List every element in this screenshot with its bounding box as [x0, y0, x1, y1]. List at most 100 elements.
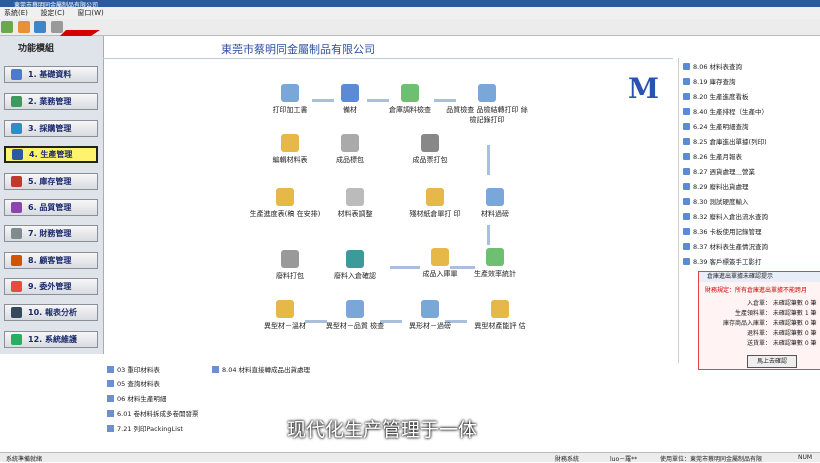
node-scrap-warehouse[interactable]: 廢料入倉確認 — [315, 250, 395, 281]
sidebar-item-system[interactable]: 12. 系統維護 — [4, 331, 98, 348]
node-warehouse-check[interactable]: 倉庫調料檢查 — [370, 84, 450, 115]
list-item[interactable]: 8.37 材料表生產情況查詢 — [683, 241, 768, 251]
node-efficiency[interactable]: 生產效率統計 — [455, 248, 535, 279]
menu-window[interactable]: 窗口(W) — [77, 7, 103, 19]
reports-icon — [11, 307, 22, 318]
list-item[interactable]: 8.04 材料直接轉成品出貨處理 — [212, 364, 310, 374]
list-item[interactable]: 6.24 生產明細查詢 — [683, 121, 749, 131]
sidebar-item-finance[interactable]: 7. 財務管理 — [4, 225, 98, 242]
list-item[interactable]: 6.01 卷材料拆成多卷開發票 — [107, 408, 199, 418]
sidebar-item-label: 6. 品質管理 — [28, 203, 72, 212]
node-shape-transfer[interactable]: 異形材－過磅 — [390, 300, 470, 331]
reminder-dialog: 倉庫進出單據未確認提示 財務規定：所有倉庫進出單據不能跨月 入倉單： 未確認筆數… — [698, 271, 820, 370]
report-icon — [107, 409, 114, 417]
report-icon — [683, 212, 690, 220]
form-icon — [426, 188, 444, 206]
node-material-adjust[interactable]: 材料表調整 — [315, 188, 395, 219]
module-sidebar: 功能模組 1. 基礎資料 2. 業務管理 3. 採購管理 4. 生產管理 5. … — [0, 36, 104, 354]
sidebar-item-sales[interactable]: 2. 業務管理 — [4, 93, 98, 110]
scale-icon — [421, 300, 439, 318]
sidebar-item-label: 1. 基礎資料 — [28, 70, 72, 79]
node-product-pack[interactable]: 成品標包 — [310, 134, 390, 165]
menu-settings[interactable]: 設定(C) — [40, 7, 64, 19]
status-left: 系統準備就緒 — [6, 456, 43, 463]
list-item[interactable]: 8.32 廢料入倉出流水查詢 — [683, 211, 768, 221]
list-item[interactable]: 8.36 卡板使用記錄管理 — [683, 226, 762, 236]
customer-icon — [11, 255, 22, 266]
list-item[interactable]: 03 重印材料表 — [107, 364, 160, 374]
sidebar-item-label: 5. 庫存管理 — [28, 177, 72, 186]
sidebar-item-production[interactable]: 4. 生產管理 — [4, 146, 98, 163]
list-item[interactable]: 8.30 測試硬度輸入 — [683, 196, 749, 206]
open-icon[interactable] — [1, 21, 13, 33]
package-icon — [341, 134, 359, 152]
node-material-transfer[interactable]: 材料過磅 — [455, 188, 535, 219]
list-item[interactable]: 8.39 客戶標簽手工影打 — [683, 256, 762, 266]
list-item[interactable]: 8.29 廢料出貨處理 — [683, 181, 749, 191]
node-schedule[interactable]: 生產進度表(稿 在安排) — [245, 188, 325, 219]
sidebar-item-outsource[interactable]: 9. 委外管理 — [4, 278, 98, 295]
list-item[interactable]: 05 查詢材料表 — [107, 378, 160, 388]
list-item[interactable]: 8.40 生產排程（生產中） — [683, 106, 768, 116]
sidebar-title: 功能模組 — [18, 44, 55, 54]
flow-arrow — [487, 225, 490, 245]
toolbar — [0, 19, 820, 36]
node-shape-quality[interactable]: 異型材－品質 檢查 — [315, 300, 395, 331]
reminder-row: 退料單： 未確認筆數 0 筆 — [746, 330, 817, 337]
title-bar: 東莞市蔡明同金屬制品有限公司 — [0, 0, 820, 9]
node-finished-print[interactable]: 成品票打包 — [390, 134, 470, 165]
node-shape-cost[interactable]: 異型材產能評 估 — [460, 300, 540, 331]
sidebar-item-purchase[interactable]: 3. 採購管理 — [4, 120, 98, 137]
list-item[interactable]: 8.25 倉庫進出單據(列印) — [683, 136, 767, 146]
list-item[interactable]: 06 材料生產明細 — [107, 393, 166, 403]
report-icon — [683, 77, 690, 85]
document-icon — [281, 84, 299, 102]
sales-icon — [11, 96, 22, 107]
menu-system[interactable]: 系統(E) — [4, 7, 28, 19]
receipt-icon — [431, 248, 449, 266]
report-icon — [107, 394, 114, 402]
status-numlock: NUM — [798, 454, 813, 461]
sidebar-item-customer[interactable]: 8. 顧客管理 — [4, 252, 98, 269]
package-icon — [421, 134, 439, 152]
inspection-icon — [346, 300, 364, 318]
sidebar-item-basic[interactable]: 1. 基礎資料 — [4, 66, 98, 83]
sidebar-item-inventory[interactable]: 5. 庫存管理 — [4, 173, 98, 190]
node-quality-check[interactable]: 品質檢查 品檢結轉打印 絲檢記錄打印 — [445, 84, 529, 125]
report-icon — [683, 197, 690, 205]
report-icon — [683, 182, 690, 190]
report-icon — [107, 424, 114, 432]
report-icon — [683, 167, 690, 175]
video-subtitle: 现代化生产管理于一体 — [287, 419, 478, 441]
reminder-row: 入倉單： 未確認筆數 0 筆 — [746, 300, 817, 307]
sidebar-item-reports[interactable]: 10. 報表分析 — [4, 304, 98, 321]
confirm-now-button[interactable]: 馬上去確認 — [747, 355, 797, 368]
document-icon — [491, 300, 509, 318]
list-item[interactable]: 8.06 材料表查詢 — [683, 61, 742, 71]
list-item[interactable]: 8.19 庫存查詢 — [683, 76, 736, 86]
list-item[interactable]: 7.21 列印PackingList — [107, 423, 183, 433]
flow-arrow — [487, 145, 490, 175]
sidebar-item-label: 3. 採購管理 — [28, 124, 72, 133]
schedule-icon — [276, 188, 294, 206]
warehouse-icon — [401, 84, 419, 102]
reminder-row: 庫存商品入庫單： 未確認筆數 0 筆 — [722, 320, 817, 327]
sidebar-item-label: 10. 報表分析 — [28, 308, 77, 317]
basic-data-icon — [11, 69, 22, 80]
list-item[interactable]: 8.20 生產進度看板 — [683, 91, 749, 101]
sidebar-item-quality[interactable]: 6. 品質管理 — [4, 199, 98, 216]
node-shape-clip[interactable]: 異型材－溫材 — [245, 300, 325, 331]
table-icon — [281, 134, 299, 152]
list-item[interactable]: 8.26 生產月報表 — [683, 151, 742, 161]
company-header: 東莞市蔡明同金屬制品有限公司 — [103, 40, 673, 59]
sidebar-item-label: 7. 財務管理 — [28, 229, 72, 238]
sidebar-item-label: 4. 生產管理 — [29, 150, 73, 159]
save-icon[interactable] — [17, 21, 30, 33]
report-icon — [683, 122, 690, 130]
report-icon — [683, 152, 690, 160]
list-item[interactable]: 8.27 週貨處理＿營業 — [683, 166, 755, 176]
document-icon — [276, 300, 294, 318]
report-icon — [212, 365, 219, 373]
sidebar-item-label: 12. 系統維護 — [28, 335, 77, 344]
scale-icon — [486, 188, 504, 206]
